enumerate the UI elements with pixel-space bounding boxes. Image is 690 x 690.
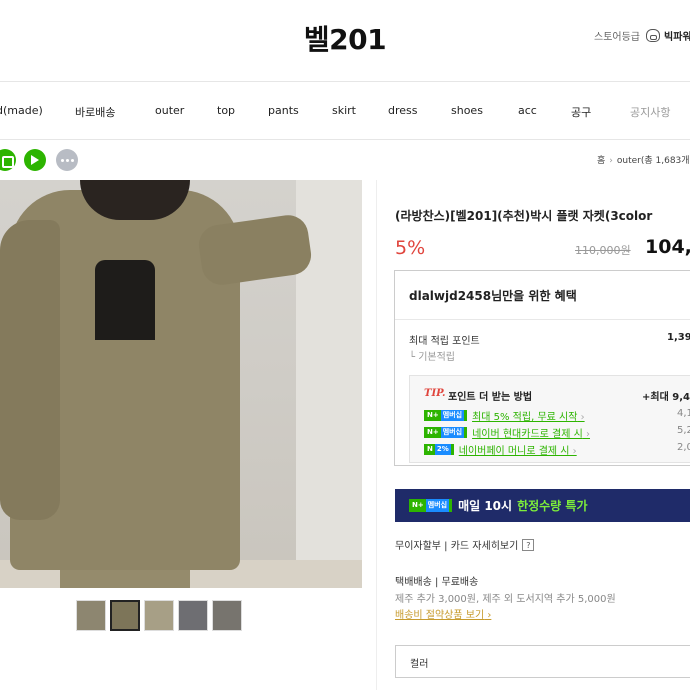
divider [376, 180, 377, 690]
naver-plus-badge-icon: N+ 멤버십 [409, 499, 453, 512]
naver-pay-badge-icon: N 2% [424, 444, 454, 455]
more-icon[interactable] [56, 149, 78, 171]
promo-banner[interactable]: N+ 멤버십 매일 10시 한정수량 특가 [395, 489, 690, 522]
share-green-icon[interactable] [0, 149, 16, 171]
product-thumbnails [76, 600, 242, 631]
store-header: 벨201 스토어등급 빅파워 [0, 0, 690, 82]
tip-row-value: 4,1 [677, 408, 690, 419]
breadcrumb-category[interactable]: outer(총 1,683개 [617, 156, 690, 166]
installment-info[interactable]: 무이자할부 | 카드 자세히보기 ? [395, 537, 535, 552]
nav-item-dress[interactable]: dress [388, 104, 418, 117]
tip-box: TIP. 포인트 더 받는 방법 +최대 9,40 N+멤버십 최대 5% 적립… [409, 375, 690, 463]
store-logo[interactable]: 벨201 [0, 18, 690, 58]
nav-item-quick-delivery[interactable]: 바로배송 [75, 104, 115, 120]
shipping-extra-fee: 제주 추가 3,000원, 제주 외 도서지역 추가 5,000원 [395, 594, 616, 605]
naver-plus-badge-icon: N+ 멤버십 [424, 427, 468, 438]
tip-row-text: 네이버 현대카드로 결제 시 [472, 425, 590, 440]
breadcrumb-home[interactable]: 홈 [597, 156, 605, 166]
piggy-bank-icon [646, 29, 660, 42]
breadcrumb: 홈 › outer(총 1,683개 [597, 153, 690, 166]
tip-row-text: 네이버페이 머니로 결제 시 [459, 442, 577, 457]
promo-text-deal: 한정수량 특가 [517, 499, 588, 513]
category-nav: d(made) 바로배송 outer top pants skirt dress… [0, 83, 690, 140]
product-main-image[interactable] [0, 180, 362, 588]
nav-item-made[interactable]: d(made) [0, 104, 43, 117]
tip-row-naverpay-money[interactable]: N 2% 네이버페이 머니로 결제 시 [424, 442, 577, 457]
shipping-saving-link[interactable]: 배송비 절약상품 보기 [395, 606, 491, 621]
max-points-label: 최대 적립 포인트 [409, 336, 480, 347]
nav-item-notice[interactable]: 공지사항 [630, 104, 670, 120]
tip-row-text: 최대 5% 적립, 무료 시작 [472, 408, 585, 423]
share-row: 홈 › outer(총 1,683개 [0, 141, 690, 179]
tip-row-membership[interactable]: N+ 멤버십 최대 5% 적립, 무료 시작 [424, 408, 585, 423]
store-grade-label: 스토어등급 [594, 32, 640, 43]
divider [395, 319, 690, 320]
benefit-box: dlalwjd2458님만을 위한 혜택 최대 적립 포인트 1,39 └ 기본… [394, 270, 690, 466]
nav-item-acc[interactable]: acc [518, 104, 537, 117]
tip-row-value: 2,0 [677, 442, 690, 453]
nav-item-outer[interactable]: outer [155, 104, 184, 117]
tip-row-hyundai-card[interactable]: N+ 멤버십 네이버 현대카드로 결제 시 [424, 425, 590, 440]
chevron-right-icon: › [609, 156, 613, 166]
naver-plus-badge-icon: N+ 멤버십 [424, 410, 468, 421]
color-option-label: 컬러 [410, 659, 429, 670]
promo-text-time: 매일 10시 [458, 499, 513, 513]
nav-item-skirt[interactable]: skirt [332, 104, 356, 117]
nav-item-shoes[interactable]: shoes [451, 104, 483, 117]
installment-text: 무이자할부 | 카드 자세히보기 [395, 541, 519, 552]
tip-max: +최대 9,40 [642, 392, 690, 403]
shipping-type: 택배배송 | 무료배송 [395, 577, 479, 588]
nav-item-top[interactable]: top [217, 104, 235, 117]
tip-row-value: 5,2 [677, 425, 690, 436]
store-grade[interactable]: 스토어등급 빅파워 [594, 28, 690, 43]
nav-item-group-buy[interactable]: 공구 [571, 104, 591, 120]
product-thumbnail[interactable] [178, 600, 208, 631]
tip-tag: TIP. [424, 388, 446, 399]
product-title: (라방찬스)[벨201](추천)박시 플랫 자켓(3color [395, 209, 653, 223]
product-thumbnail[interactable] [212, 600, 242, 631]
store-grade-badge: 빅파워 [664, 32, 690, 43]
max-points-value: 1,39 [667, 332, 690, 343]
original-price: 110,000원 [575, 244, 631, 257]
discount-rate: 5% [395, 237, 426, 259]
product-thumbnail-selected[interactable] [110, 600, 140, 631]
nav-item-pants[interactable]: pants [268, 104, 299, 117]
product-thumbnail[interactable] [76, 600, 106, 631]
benefit-title: dlalwjd2458님만을 위한 혜택 [409, 289, 577, 303]
tip-text: 포인트 더 받는 방법 [448, 392, 533, 403]
product-thumbnail[interactable] [144, 600, 174, 631]
naver-blog-icon[interactable] [24, 149, 46, 171]
basic-points-label: └ 기본적립 [409, 352, 456, 363]
color-option-select[interactable]: 컬러 [395, 645, 690, 678]
sale-price: 104,5 [645, 236, 690, 258]
help-icon[interactable]: ? [522, 538, 535, 551]
